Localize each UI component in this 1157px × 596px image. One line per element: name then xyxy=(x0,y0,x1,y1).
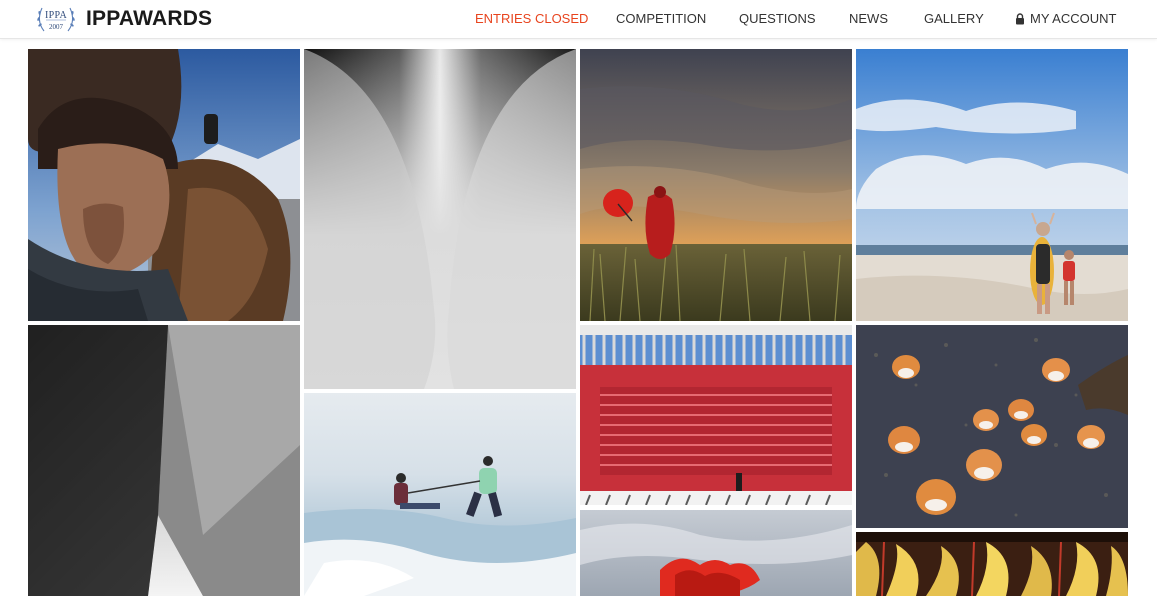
photo-yellow-fabric[interactable] xyxy=(856,532,1128,596)
brand-name: IPPAWARDS xyxy=(86,7,213,30)
site-logo[interactable]: IPPA 2007 IPPAWARDS xyxy=(34,3,212,35)
photo-red-wall-image xyxy=(580,325,852,505)
photo-red-wall[interactable] xyxy=(580,325,852,505)
nav-competition[interactable]: COMPETITION xyxy=(616,11,706,26)
photo-abstract-gray[interactable] xyxy=(304,49,576,389)
ippa-seal-icon: IPPA 2007 xyxy=(34,3,78,35)
photo-architecture-bw[interactable] xyxy=(28,325,300,596)
lock-icon xyxy=(1015,12,1025,25)
photo-red-umbrella[interactable] xyxy=(580,49,852,321)
photo-architecture-bw-image xyxy=(28,325,300,596)
photo-red-flower-image xyxy=(580,510,852,596)
photo-red-umbrella-image xyxy=(580,49,852,321)
photo-ice-skaters-image xyxy=(304,393,576,596)
nav-entries-closed[interactable]: ENTRIES CLOSED xyxy=(475,11,588,26)
photo-red-flower[interactable] xyxy=(580,510,852,596)
photo-beach-figure[interactable] xyxy=(856,49,1128,321)
seal-year-text: 2007 xyxy=(49,23,63,31)
photo-foxes-image xyxy=(856,325,1128,528)
seal-top-text: IPPA xyxy=(45,10,67,21)
photo-beach-figure-image xyxy=(856,49,1128,321)
photo-eagle-hunter[interactable] xyxy=(28,49,300,321)
nav-news[interactable]: NEWS xyxy=(849,11,888,26)
nav-gallery[interactable]: GALLERY xyxy=(924,11,984,26)
site-header: IPPA 2007 IPPAWARDS ENTRIES CLOSED COMPE… xyxy=(0,0,1157,39)
photo-foxes[interactable] xyxy=(856,325,1128,528)
photo-abstract-gray-image xyxy=(304,49,576,389)
photo-yellow-fabric-image xyxy=(856,532,1128,596)
nav-my-account[interactable]: MY ACCOUNT xyxy=(1015,11,1116,26)
photo-ice-skaters[interactable] xyxy=(304,393,576,596)
nav-my-account-label: MY ACCOUNT xyxy=(1030,11,1117,26)
nav-questions[interactable]: QUESTIONS xyxy=(739,11,816,26)
photo-eagle-hunter-image xyxy=(28,49,300,321)
